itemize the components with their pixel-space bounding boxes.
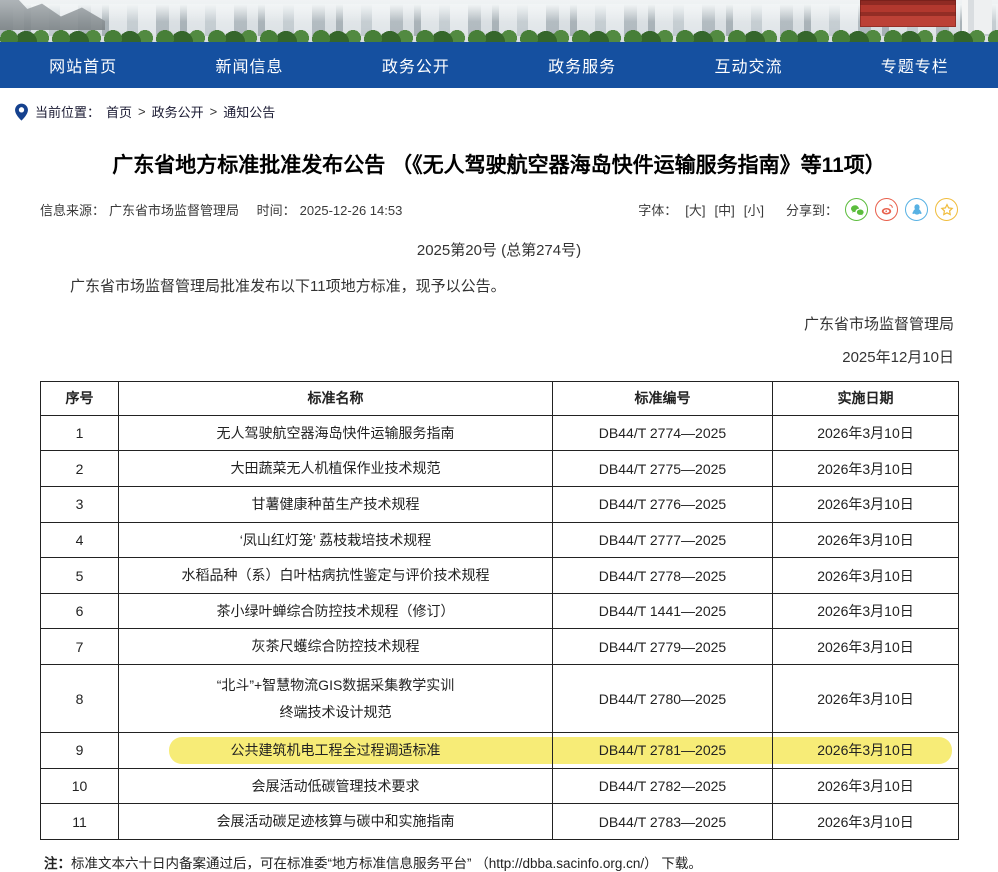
table-row-highlighted: 9 公共建筑机电工程全过程调适标准 DB44/T 2781—2025 2026年… [41,733,959,769]
wechat-share-icon[interactable] [845,198,868,221]
table-row: 4 ‘凤山红灯笼’ 荔枝栽培技术规程 DB44/T 2777—2025 2026… [41,522,959,558]
nav-item-news[interactable]: 新闻信息 [166,42,332,88]
nav-item-gov-open[interactable]: 政务公开 [333,42,499,88]
nav-item-interaction[interactable]: 互动交流 [665,42,831,88]
breadcrumb-separator: > [138,104,146,119]
source-label: 信息来源： [40,203,105,218]
issue-date: 2025年12月10日 [0,346,954,367]
time-value: 2025-12-26 14:53 [300,203,403,218]
standards-table: 序号 标准名称 标准编号 实施日期 1 无人驾驶航空器海岛快件运输服务指南 DB… [40,381,959,840]
table-row: 6 茶小绿叶蝉综合防控技术规程（修订） DB44/T 1441—2025 202… [41,593,959,629]
header-date: 实施日期 [773,381,959,415]
font-small-button[interactable]: [小] [744,200,764,219]
main-nav: 网站首页 新闻信息 政务公开 政务服务 互动交流 专题专栏 [0,42,998,88]
nav-item-home[interactable]: 网站首页 [0,42,166,88]
favorite-star-icon[interactable] [935,198,958,221]
article-tools: 字体： [大] [中] [小] 分享到： [638,198,958,221]
footnote-label: 注： [44,856,71,871]
header-code: 标准编号 [553,381,773,415]
font-large-button[interactable]: [大] [685,200,705,219]
table-row: 2 大田蔬菜无人机植保作业技术规范 DB44/T 2775—2025 2026年… [41,451,959,487]
banner-red-pavilion [860,0,956,27]
breadcrumb-home[interactable]: 首页 [106,102,132,121]
weibo-share-icon[interactable] [875,198,898,221]
breadcrumb-gov-open[interactable]: 政务公开 [152,102,204,121]
table-row: 1 无人驾驶航空器海岛快件运输服务指南 DB44/T 2774—2025 202… [41,415,959,451]
site-banner [0,0,998,42]
page-title: 广东省地方标准批准发布公告 （《无人驾驶航空器海岛快件运输服务指南》等11项） [48,151,950,180]
table-row: 5 水稻品种（系）白叶枯病抗性鉴定与评价技术规程 DB44/T 2778—202… [41,558,959,594]
table-row: 11 会展活动碳足迹核算与碳中和实施指南 DB44/T 2783—2025 20… [41,804,959,840]
breadcrumb-label: 当前位置： [35,102,100,121]
breadcrumb-separator: > [210,104,218,119]
table-row: 7 灰茶尺蠖综合防控技术规程 DB44/T 2779—2025 2026年3月1… [41,629,959,665]
header-name: 标准名称 [119,381,553,415]
table-row: 3 甘薯健康种苗生产技术规程 DB44/T 2776—2025 2026年3月1… [41,487,959,523]
banner-trees [0,27,998,42]
breadcrumb-notices[interactable]: 通知公告 [223,102,275,121]
table-row: 10 会展活动低碳管理技术要求 DB44/T 2782—2025 2026年3月… [41,768,959,804]
share-label: 分享到： [786,200,838,219]
nav-item-topics[interactable]: 专题专栏 [832,42,998,88]
article-meta-bar: 信息来源： 广东省市场监督管理局 时间： 2025-12-26 14:53 字体： … [40,198,958,221]
header-seq: 序号 [41,381,119,415]
announcement-body: 广东省市场监督管理局批准发布以下11项地方标准，现予以公告。 [40,276,958,299]
nav-item-gov-service[interactable]: 政务服务 [499,42,665,88]
time-label: 时间： [257,203,296,218]
location-pin-icon [14,103,29,120]
table-row: 8 “北斗”+智慧物流GIS数据采集教学实训 终端技术设计规范 DB44/T 2… [41,665,959,733]
table-header-row: 序号 标准名称 标准编号 实施日期 [41,381,959,415]
issuer: 广东省市场监督管理局 [0,313,954,334]
document-number: 2025第20号 (总第274号) [0,239,998,260]
font-size-label: 字体： [638,200,677,219]
qq-share-icon[interactable] [905,198,928,221]
breadcrumb: 当前位置： 首页 > 政务公开 > 通知公告 [0,88,998,131]
source-value: 广东省市场监督管理局 [109,203,239,218]
footnote-text: 标准文本六十日内备案通过后，可在标准委“地方标准信息服务平台” （http://… [71,856,702,871]
article-source: 信息来源： 广东省市场监督管理局 时间： 2025-12-26 14:53 [40,200,406,219]
font-medium-button[interactable]: [中] [715,200,735,219]
